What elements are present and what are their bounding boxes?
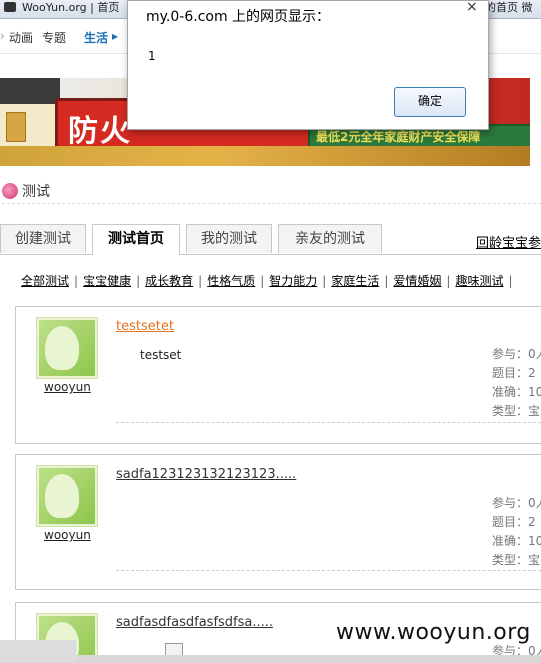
site-favicon-icon: [4, 2, 16, 12]
tab-my-tests[interactable]: 我的测试: [186, 224, 272, 253]
author-link[interactable]: wooyun: [44, 528, 91, 542]
browser-tab-right[interactable]: 的首页 微: [485, 0, 541, 18]
test-meta: 参与：0人 题目：2 准确：10 类型：宝: [492, 494, 541, 570]
tab-family-tests[interactable]: 亲友的测试: [278, 224, 382, 253]
status-bar-left: [0, 640, 76, 663]
category-all[interactable]: 全部测试: [21, 274, 69, 288]
banner-door-graphic: [6, 112, 26, 142]
watermark: www.wooyun.org: [336, 620, 531, 645]
nav-arrow-icon: ›: [0, 29, 5, 43]
meta-type: 类型：宝: [492, 404, 541, 418]
nav-item-animation[interactable]: 动画: [9, 29, 33, 46]
test-section-icon: [2, 183, 18, 199]
nav-item-life[interactable]: 生活: [84, 29, 108, 46]
meta-accuracy: 准确：10: [492, 385, 541, 399]
avatar[interactable]: [36, 317, 98, 379]
dialog-title: my.0-6.com 上的网页显示：: [146, 9, 331, 25]
test-title-link[interactable]: sadfasdfasdfasfsdfsa.....: [116, 615, 273, 630]
section-heading: 测试: [2, 181, 541, 204]
category-education[interactable]: 成长教育: [145, 274, 193, 288]
avatar-silhouette-icon: [45, 474, 79, 518]
meta-questions: 题目：2: [492, 366, 536, 380]
page: WooYun.org | 首页 的首页 微 › 动画 专题 生活 ▸ 防火 最低…: [0, 0, 541, 663]
banner-title: 防火: [68, 114, 132, 149]
nav-item-topics[interactable]: 专题: [42, 29, 66, 46]
category-temperament[interactable]: 性格气质: [207, 274, 255, 288]
tab-create-test[interactable]: 创建测试: [0, 224, 86, 253]
test-title-link[interactable]: sadfa123123132123123.....: [116, 467, 296, 482]
banner-strip: [0, 146, 530, 166]
author-link[interactable]: wooyun: [44, 380, 91, 394]
test-title-link[interactable]: testsetet: [116, 319, 174, 334]
dialog-message: 1: [148, 49, 156, 63]
meta-accuracy: 准确：10: [492, 534, 541, 548]
meta-type: 类型：宝: [492, 553, 541, 567]
test-meta: 参与：0人 题目：2 准确：10 类型：宝: [492, 345, 541, 421]
category-fun[interactable]: 趣味测试: [455, 274, 503, 288]
avatar-silhouette-icon: [45, 326, 79, 370]
category-intelligence[interactable]: 智力能力: [269, 274, 317, 288]
browser-tab-title: WooYun.org | 首页: [22, 1, 120, 14]
alert-dialog: my.0-6.com 上的网页显示： × 1 确定: [127, 0, 489, 130]
page-title: 测试: [22, 184, 50, 200]
meta-participants: 参与：0人: [492, 496, 541, 510]
close-icon[interactable]: ×: [466, 0, 478, 15]
category-bar: 全部测试 | 宝宝健康 | 成长教育 | 性格气质 | 智力能力 | 家庭生活 | 爱情婚姻 | 趣味测试 |: [21, 274, 513, 288]
category-baby-health[interactable]: 宝宝健康: [83, 274, 131, 288]
test-description: testset: [140, 348, 182, 362]
meta-questions: 题目：2: [492, 515, 536, 529]
status-bar: [76, 655, 541, 663]
tab-test-home[interactable]: 测试首页: [92, 224, 180, 255]
test-tabs: 创建测试 测试首页 我的测试 亲友的测试: [0, 224, 541, 255]
ok-button[interactable]: 确定: [394, 87, 466, 117]
meta-participants: 参与：0人: [492, 347, 541, 361]
card-divider: [116, 570, 541, 571]
test-card: wooyun testsetet testset 参与：0人 题目：2 准确：1…: [15, 306, 541, 444]
card-divider: [116, 422, 541, 423]
category-family-life[interactable]: 家庭生活: [331, 274, 379, 288]
test-card: wooyun sadfa123123132123123..... 参与：0人 题…: [15, 454, 541, 590]
category-love-marriage[interactable]: 爱情婚姻: [393, 274, 441, 288]
banner-subtitle: 最低2元全年家庭财产安全保障: [316, 130, 481, 144]
browser-tab[interactable]: WooYun.org | 首页: [0, 0, 144, 18]
same-age-baby-link[interactable]: 回龄宝宝参: [476, 232, 541, 251]
nav-caret-icon: ▸: [112, 29, 119, 43]
avatar[interactable]: [36, 465, 98, 527]
